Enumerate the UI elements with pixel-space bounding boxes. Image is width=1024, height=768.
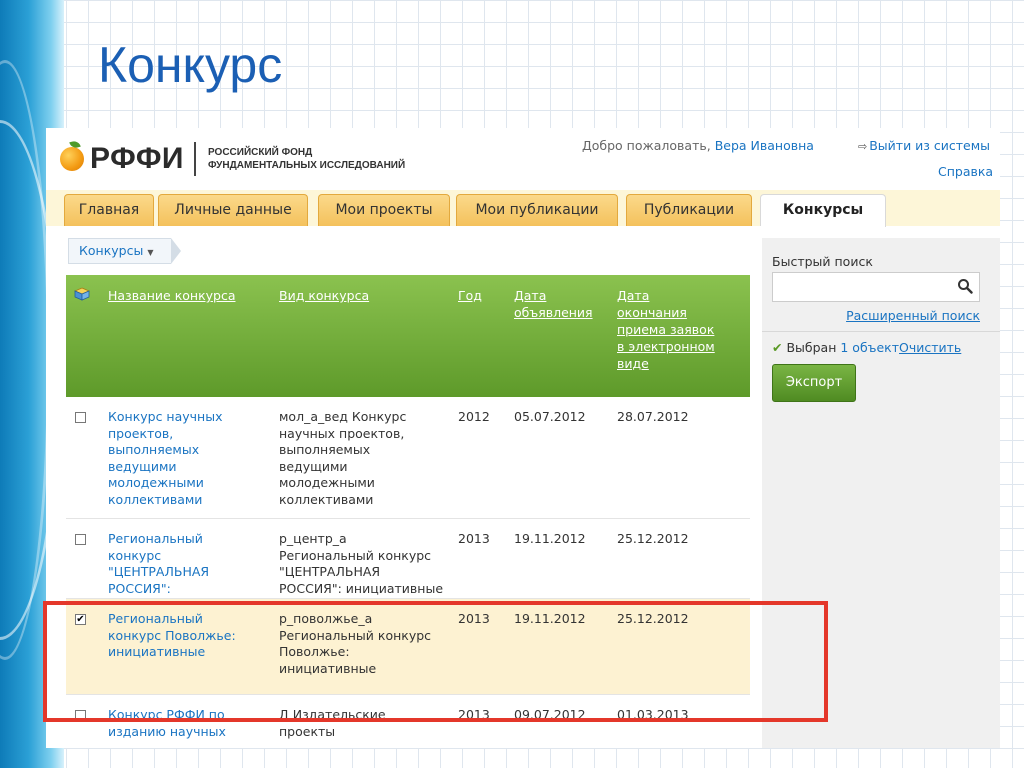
contest-deadline-date: 25.12.2012 <box>617 531 689 546</box>
contest-name-link[interactable]: Региональный конкурс "ЦЕНТРАЛЬНАЯ РОССИЯ… <box>108 531 238 598</box>
help-link[interactable]: Справка <box>938 164 993 179</box>
logo-subtitle-line-2: фундаментальных исследований <box>208 160 406 171</box>
advanced-search-link[interactable]: Расширенный поиск <box>846 308 980 323</box>
contest-deadline-date: 28.07.2012 <box>617 409 689 424</box>
row-checkbox[interactable] <box>75 412 86 423</box>
selected-count-link[interactable]: 1 объект <box>840 340 899 355</box>
column-header-announced[interactable]: Дата объявления <box>514 287 604 321</box>
column-header-name[interactable]: Название конкурса <box>108 287 268 304</box>
tab-my-projects[interactable]: Мои проекты <box>318 194 450 226</box>
orange-logo-icon <box>60 147 84 171</box>
breadcrumb[interactable]: Конкурсы ▼ <box>68 238 183 264</box>
column-header-year[interactable]: Год <box>458 287 498 304</box>
selected-label: Выбран <box>786 340 837 355</box>
divider <box>762 331 1000 332</box>
chevron-down-icon: ▼ <box>147 248 154 257</box>
row-checkbox[interactable] <box>75 534 86 545</box>
logo-subtitle: Российский фонд фундаментальных исследов… <box>208 146 405 172</box>
tab-contests[interactable]: Конкурсы <box>760 194 886 227</box>
logout-icon: ⇨ <box>858 140 868 153</box>
logo-subtitle-line-1: Российский фонд <box>208 147 313 158</box>
contest-year: 2013 <box>458 531 490 546</box>
slide-title: Конкурс <box>98 37 283 93</box>
column-header-type[interactable]: Вид конкурса <box>279 287 439 304</box>
tab-personal-data[interactable]: Личные данные <box>158 194 308 226</box>
table-row[interactable]: Конкурс научных проектов, выполняемых ве… <box>66 397 750 519</box>
main-tabs: Главная Личные данные Мои проекты Мои пу… <box>46 190 1000 227</box>
highlight-annotation <box>43 601 828 722</box>
contest-announced-date: 19.11.2012 <box>514 531 586 546</box>
contest-year: 2012 <box>458 409 490 424</box>
checkmark-icon: ✔ <box>772 340 783 355</box>
welcome-prefix: Добро пожаловать, <box>582 138 711 153</box>
clear-selection-link[interactable]: Очистить <box>899 340 961 355</box>
breadcrumb-label: Конкурсы <box>79 243 144 258</box>
package-icon <box>74 287 90 301</box>
contest-name-link[interactable]: Конкурс научных проектов, выполняемых ве… <box>108 409 238 508</box>
tab-my-publications[interactable]: Мои публикации <box>456 194 618 226</box>
logout-link[interactable]: ⇨ Выйти из системы <box>858 138 990 153</box>
search-icon[interactable] <box>957 278 973 294</box>
tab-publications[interactable]: Публикации <box>626 194 752 226</box>
selection-info: ✔ Выбран 1 объектОчистить <box>772 340 961 355</box>
quick-search-label: Быстрый поиск <box>772 254 873 269</box>
logo-divider <box>194 142 196 176</box>
column-header-deadline[interactable]: Дата окончания приема заявок в электронн… <box>617 287 717 372</box>
contest-type: мол_а_вед Конкурс научных проектов, выпо… <box>279 409 407 507</box>
logo-text: РФФИ <box>90 142 184 175</box>
user-name-link[interactable]: Вера Ивановна <box>715 138 814 153</box>
site-header: РФФИ Российский фонд фундаментальных исс… <box>46 128 1000 190</box>
welcome-text: Добро пожаловать, Вера Ивановна <box>582 138 814 153</box>
export-button[interactable]: Экспорт <box>772 364 856 402</box>
table-header: Название конкурса Вид конкурса Год Дата … <box>66 275 750 397</box>
contest-type: р_центр_а Региональный конкурс "ЦЕНТРАЛЬ… <box>279 531 444 596</box>
tab-main[interactable]: Главная <box>64 194 154 226</box>
rffi-logo[interactable]: РФФИ Российский фонд фундаментальных исс… <box>60 142 405 176</box>
quick-search-input[interactable] <box>772 272 980 302</box>
contest-announced-date: 05.07.2012 <box>514 409 586 424</box>
table-row[interactable]: Региональный конкурс "ЦЕНТРАЛЬНАЯ РОССИЯ… <box>66 519 750 599</box>
logout-label: Выйти из системы <box>869 138 991 153</box>
